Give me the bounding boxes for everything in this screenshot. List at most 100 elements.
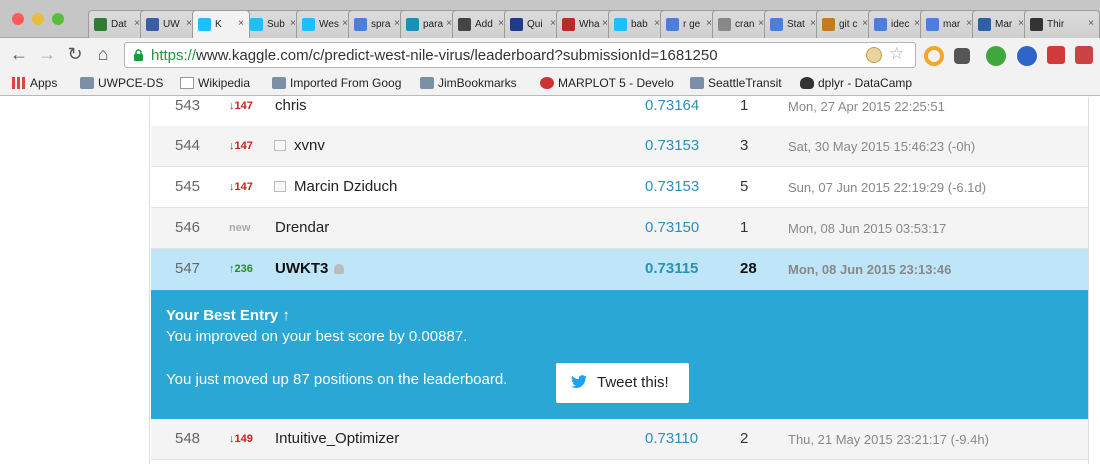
rank-change: ↓149	[229, 433, 253, 445]
minimize-window-button[interactable]	[32, 13, 44, 25]
forward-button[interactable]: →	[36, 43, 58, 65]
bookmark-item[interactable]: Apps	[12, 76, 57, 90]
browser-tab[interactable]: mar ×	[920, 10, 978, 38]
rank-number: 547	[175, 260, 201, 277]
currency-icon[interactable]	[1017, 46, 1037, 66]
browser-tab[interactable]: idec ×	[868, 10, 926, 38]
browser-tab[interactable]: Sub ×	[244, 10, 302, 38]
browser-tab[interactable]: git c ×	[816, 10, 874, 38]
browser-tab[interactable]: K ×	[192, 10, 250, 38]
kaggle-icon	[198, 18, 211, 31]
cran-icon	[718, 18, 731, 31]
star-icon[interactable]: ☆	[889, 44, 904, 64]
best-entry-title: Your Best Entry ↑	[166, 307, 290, 324]
browser-tab[interactable]: Stat ×	[764, 10, 822, 38]
last-submission: Thu, 21 May 2015 23:21:17 (-9.4h)	[788, 432, 989, 447]
rank-number: 546	[175, 219, 201, 236]
browser-tab[interactable]: spra ×	[348, 10, 406, 38]
team-name-text: Intuitive_Optimizer	[275, 430, 400, 447]
browser-toolbar: ← → ↻ ⌂ https://www.kaggle.com/c/predict…	[0, 38, 1100, 72]
moved-message: You just moved up 87 positions on the le…	[166, 371, 508, 388]
back-button[interactable]: ←	[8, 43, 30, 65]
browser-tab[interactable]: Wha ×	[556, 10, 614, 38]
bar-chart-icon[interactable]	[274, 140, 286, 151]
tab-label: Stat	[787, 19, 805, 30]
score: 0.73115	[645, 260, 699, 277]
tab-label: idec	[891, 19, 910, 30]
team-name[interactable]: Intuitive_Optimizer	[275, 430, 399, 447]
team-name[interactable]: chris	[275, 97, 307, 114]
team-name[interactable]: UWKT3	[275, 260, 345, 277]
leaderboard-row: 548 ↓149 Intuitive_Optimizer 0.73110 2 Thu, 2…	[151, 419, 1088, 460]
last-submission: Mon, 27 Apr 2015 22:25:51	[788, 99, 945, 114]
browser-tab[interactable]: Thir ×	[1024, 10, 1100, 38]
blocked-icon[interactable]	[866, 47, 882, 63]
score: 0.73153	[645, 137, 700, 154]
uw-icon	[146, 18, 159, 31]
extension-badge-icon[interactable]	[1075, 46, 1093, 64]
close-tab-icon[interactable]: ×	[1088, 18, 1094, 29]
extension-ring-icon[interactable]	[924, 46, 944, 66]
last-submission: Sat, 30 May 2015 15:46:23 (-0h)	[788, 139, 976, 154]
tab-label: Qui	[527, 19, 543, 30]
rank-number: 544	[175, 137, 201, 154]
entry-count: 5	[740, 178, 749, 195]
score: 0.73150	[645, 219, 700, 236]
browser-tab[interactable]: Dat ×	[88, 10, 146, 38]
bookmark-label: Apps	[30, 76, 58, 90]
rank-change: ↓147	[229, 181, 253, 193]
leaderboard-row: 545 ↓147 Marcin Dziduch 0.73153 5 Sun, 07 Jun…	[151, 167, 1088, 208]
leaderboard-page: 543 ↓147 chris 0.73164 1 Mon, 27 Apr 2015 22:…	[0, 97, 1100, 464]
close-window-button[interactable]	[12, 13, 24, 25]
rank-number: 543	[175, 97, 201, 114]
entry-count: 3	[740, 137, 749, 154]
kaggle-icon	[302, 18, 315, 31]
puzzle-icon[interactable]	[1047, 46, 1065, 64]
tab-label: Add	[475, 19, 493, 30]
tweet-button[interactable]: Tweet this!	[556, 363, 689, 403]
google-icon	[874, 18, 887, 31]
score: 0.73164	[645, 97, 700, 114]
rank-change: ↑236	[229, 263, 253, 275]
browser-tab[interactable]: UW ×	[140, 10, 198, 38]
url-scheme: https://	[151, 47, 197, 64]
rank-change: ↓147	[229, 140, 253, 152]
last-submission: Sun, 07 Jun 2015 22:19:29 (-6.1d)	[788, 180, 987, 195]
tab-label: spra	[371, 19, 391, 30]
last-submission: Mon, 08 Jun 2015 03:53:17	[788, 221, 947, 236]
tab-label: git c	[839, 19, 858, 30]
home-icon[interactable]: ⌂	[92, 43, 114, 65]
team-name[interactable]: Drendar	[275, 219, 329, 236]
bar-chart-icon[interactable]	[274, 181, 286, 192]
browser-tab[interactable]: Wes ×	[296, 10, 354, 38]
reload-button[interactable]: ↻	[64, 43, 86, 65]
browser-tab[interactable]: Qui ×	[504, 10, 562, 38]
right-border	[1088, 97, 1089, 464]
stat-icon	[770, 18, 783, 31]
maximize-window-button[interactable]	[52, 13, 64, 25]
rank-number: 545	[175, 178, 201, 195]
address-bar[interactable]: https://www.kaggle.com/c/predict-west-ni…	[124, 42, 916, 68]
kaggle-icon	[250, 18, 263, 31]
lock-icon	[134, 49, 143, 61]
improved-message: You improved on your best score by 0.008…	[166, 328, 468, 345]
entry-count: 1	[740, 97, 749, 114]
team-name[interactable]: xvnv	[274, 137, 325, 154]
evernote-icon[interactable]	[954, 48, 970, 64]
apps-icon	[12, 77, 26, 89]
browser-tab[interactable]: para ×	[400, 10, 458, 38]
browser-tab[interactable]: Mar ×	[972, 10, 1030, 38]
close-tab-icon[interactable]: ×	[238, 18, 244, 29]
leaderboard-row: 546 new Drendar 0.73150 1 Mon, 08 Jun 2015 03…	[151, 208, 1088, 249]
browser-tab[interactable]: Add ×	[452, 10, 510, 38]
browser-tab[interactable]: bab ×	[608, 10, 666, 38]
team-members-icon[interactable]	[334, 264, 345, 275]
git-icon	[822, 18, 835, 31]
team-name[interactable]: Marcin Dziduch	[274, 178, 397, 195]
url-text: www.kaggle.com/c/predict-west-nile-virus…	[196, 47, 718, 64]
leaf-icon[interactable]	[986, 46, 1006, 66]
google-icon	[354, 18, 367, 31]
browser-tab[interactable]: r ge ×	[660, 10, 718, 38]
entry-count: 2	[740, 430, 749, 447]
browser-tab[interactable]: cran ×	[712, 10, 770, 38]
